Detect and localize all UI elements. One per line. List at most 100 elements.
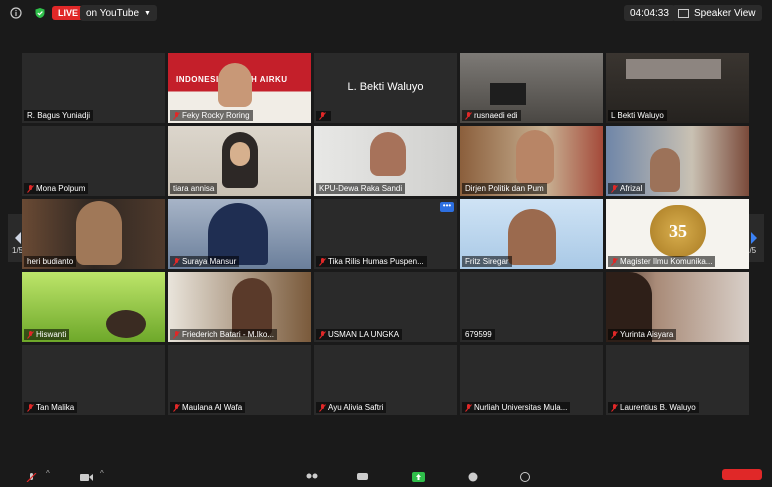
participant-name: rusnaedi edi <box>474 111 518 120</box>
anniversary-number: 35 <box>669 220 687 241</box>
participant-label: Hiswanti <box>24 329 70 340</box>
participant-tile[interactable]: Suraya Mansur <box>168 199 311 269</box>
mic-muted-icon <box>465 111 472 120</box>
mic-muted-icon <box>611 257 618 266</box>
mic-muted-icon <box>611 403 618 412</box>
participant-tile[interactable]: Mona Polpum <box>22 126 165 196</box>
record-icon[interactable] <box>468 469 479 482</box>
more-options-icon[interactable]: ••• <box>440 202 454 212</box>
participant-tile[interactable]: Afrizal <box>606 126 749 196</box>
participant-tile[interactable]: Nurliah Universitas Mula... <box>460 345 603 415</box>
mic-muted-icon <box>173 330 180 339</box>
participant-tile[interactable]: Maulana Al Wafa <box>168 345 311 415</box>
participant-tile[interactable]: Friederich Batari - M.Iko... <box>168 272 311 342</box>
participant-tile[interactable]: rusnaedi edi <box>460 53 603 123</box>
participant-tile[interactable]: L. Bekti Waluyo <box>314 53 457 123</box>
mic-muted-icon <box>173 111 180 120</box>
participant-name: USMAN LA UNGKA <box>328 330 400 339</box>
participant-tile[interactable]: 35 Magister Ilmu Komunika... <box>606 199 749 269</box>
participant-name: KPU-Dewa Raka Sandi <box>319 184 403 193</box>
meeting-timer: 04:04:33 <box>624 5 675 21</box>
participant-name: Maulana Al Wafa <box>182 403 243 412</box>
participant-tile[interactable]: ••• Tika Rilis Humas Puspen... <box>314 199 457 269</box>
participant-label: L Bekti Waluyo <box>608 110 667 121</box>
mic-muted-icon <box>319 112 326 120</box>
participant-label: 679599 <box>462 329 495 340</box>
mic-muted-icon <box>173 257 180 266</box>
participant-label: Maulana Al Wafa <box>170 402 246 413</box>
participant-tile[interactable]: Laurentius B. Waluyo <box>606 345 749 415</box>
participant-label: USMAN LA UNGKA <box>316 329 403 340</box>
participant-tile[interactable]: Yurinta Aisyara <box>606 272 749 342</box>
participant-tile[interactable]: Ayu Alivia Saftri <box>314 345 457 415</box>
top-bar: LIVE on YouTube ▼ 04:04:33 Speaker View <box>0 0 772 26</box>
participant-center-name: L. Bekti Waluyo <box>347 81 424 93</box>
participant-name: Tika Rilis Humas Puspen... <box>328 257 424 266</box>
gallery-grid: R. Bagus Yuniadji INDONESIA TANAH AIRKU … <box>22 53 750 415</box>
participant-label: KPU-Dewa Raka Sandi <box>316 183 406 194</box>
participant-tile-active-speaker[interactable]: Dirjen Politik dan Pum <box>460 126 603 196</box>
chevron-up-icon[interactable]: ^ <box>46 469 57 478</box>
participant-name: heri budianto <box>27 257 74 266</box>
mic-muted-icon <box>319 403 326 412</box>
participant-name: Suraya Mansur <box>182 257 237 266</box>
participant-label: Feky Rocky Roring <box>170 110 253 121</box>
mic-muted-icon <box>465 403 472 412</box>
mic-muted-icon <box>319 257 326 266</box>
participant-name: Hiswanti <box>36 330 67 339</box>
participant-label: rusnaedi edi <box>462 110 521 121</box>
participant-video-person <box>370 132 406 176</box>
participants-icon[interactable] <box>305 469 318 479</box>
video-camera-icon[interactable] <box>80 469 93 481</box>
participant-tile[interactable]: USMAN LA UNGKA <box>314 272 457 342</box>
participant-label: Tika Rilis Humas Puspen... <box>316 256 427 267</box>
mic-muted-icon[interactable] <box>26 469 37 483</box>
end-meeting-button[interactable] <box>722 469 762 480</box>
mic-muted-icon <box>173 403 180 412</box>
participant-tile[interactable]: L Bekti Waluyo <box>606 53 749 123</box>
participant-tile[interactable]: 679599 <box>460 272 603 342</box>
participant-label: Nurliah Universitas Mula... <box>462 402 571 413</box>
participant-tile[interactable]: KPU-Dewa Raka Sandi <box>314 126 457 196</box>
participant-label: tiara annisa <box>170 183 218 194</box>
participant-tile[interactable]: Fritz Siregar <box>460 199 603 269</box>
participant-tile[interactable]: tiara annisa <box>168 126 311 196</box>
participant-name: Feky Rocky Roring <box>182 111 250 120</box>
chevron-down-icon: ▼ <box>144 9 151 17</box>
participant-video-face <box>230 142 250 166</box>
reactions-icon[interactable] <box>520 469 531 482</box>
chat-icon[interactable] <box>357 469 368 480</box>
mic-muted-icon <box>319 330 326 339</box>
speaker-view-button[interactable]: Speaker View <box>672 5 762 21</box>
participant-label: Yurinta Aisyara <box>608 329 677 340</box>
mic-muted-icon <box>611 330 618 339</box>
participant-tile[interactable]: R. Bagus Yuniadji <box>22 53 165 123</box>
participant-video-object <box>626 59 721 79</box>
participant-name: tiara annisa <box>173 184 215 193</box>
participant-label: Laurentius B. Waluyo <box>608 402 699 413</box>
participant-name: Fritz Siregar <box>465 257 509 266</box>
participant-label: heri budianto <box>24 256 77 267</box>
share-screen-icon[interactable] <box>412 469 425 482</box>
participant-tile[interactable]: Tan Malika <box>22 345 165 415</box>
grid-icon <box>678 8 689 18</box>
participant-label: Tan Malika <box>24 402 78 413</box>
chevron-up-icon[interactable]: ^ <box>100 469 111 478</box>
participant-video-person <box>218 63 252 107</box>
youtube-stream-dropdown[interactable]: on YouTube ▼ <box>80 5 157 21</box>
info-icon[interactable] <box>10 5 22 21</box>
speaker-view-label: Speaker View <box>694 7 756 19</box>
participant-label: Dirjen Politik dan Pum <box>462 183 547 194</box>
participant-name: Laurentius B. Waluyo <box>620 403 696 412</box>
shield-icon[interactable] <box>34 5 46 21</box>
participant-name: R. Bagus Yuniadji <box>27 111 91 120</box>
bottom-toolbar <box>0 466 772 480</box>
participant-label: Ayu Alivia Saftri <box>316 402 387 413</box>
mic-muted-icon <box>27 184 34 193</box>
participant-tile[interactable]: Hiswanti <box>22 272 165 342</box>
participant-name: Nurliah Universitas Mula... <box>474 403 568 412</box>
participant-tile[interactable]: INDONESIA TANAH AIRKU Feky Rocky Roring <box>168 53 311 123</box>
anniversary-badge: 35 <box>650 205 706 257</box>
participant-tile[interactable]: heri budianto <box>22 199 165 269</box>
participant-label: Fritz Siregar <box>462 256 512 267</box>
